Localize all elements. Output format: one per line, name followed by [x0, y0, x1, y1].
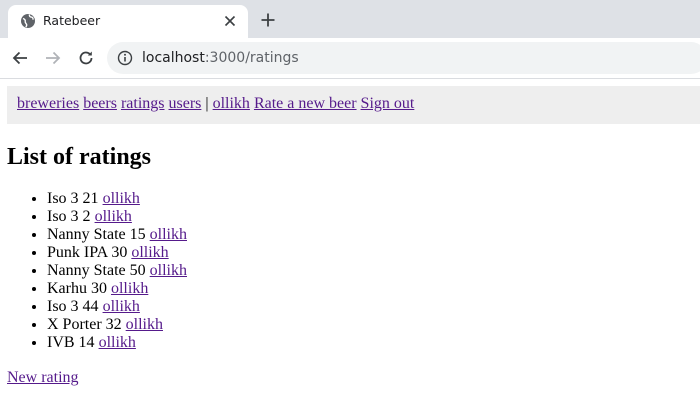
nav-link-users[interactable]: users [169, 95, 202, 112]
browser-tab[interactable]: Ratebeer [8, 5, 248, 38]
url-text[interactable]: localhost:3000/ratings [142, 49, 299, 67]
new-tab-plus-icon[interactable] [260, 12, 276, 28]
nav-link-rate-new-beer[interactable]: Rate a new beer [254, 95, 357, 112]
rating-text: Iso 3 44 [47, 298, 99, 315]
rating-text: Karhu 30 [47, 280, 107, 297]
browser-tabstrip: Ratebeer [0, 0, 700, 38]
list-item: Iso 3 2 ollikh [47, 208, 187, 226]
list-item: Nanny State 15 ollikh [47, 226, 187, 244]
reload-icon[interactable] [77, 49, 95, 67]
back-arrow-icon[interactable] [11, 49, 29, 67]
list-item: Iso 3 44 ollikh [47, 298, 187, 316]
info-icon[interactable] [117, 50, 133, 66]
rating-user-link[interactable]: ollikh [99, 334, 136, 351]
list-item: Nanny State 50 ollikh [47, 262, 187, 280]
rating-text: IVB 14 [47, 334, 95, 351]
forward-arrow-icon[interactable] [44, 49, 62, 67]
ratings-list: Iso 3 21 ollikh Iso 3 2 ollikh Nanny Sta… [7, 190, 187, 352]
list-item: Iso 3 21 ollikh [47, 190, 187, 208]
rating-user-link[interactable]: ollikh [150, 226, 187, 243]
list-item: Karhu 30 ollikh [47, 280, 187, 298]
rating-text: Punk IPA 30 [47, 244, 128, 261]
rating-user-link[interactable]: ollikh [126, 316, 163, 333]
rating-text: Nanny State 50 [47, 262, 146, 279]
rating-user-link[interactable]: ollikh [103, 190, 140, 207]
globe-icon [21, 14, 35, 28]
nav-link-beers[interactable]: beers [83, 95, 117, 112]
rating-text: Iso 3 2 [47, 208, 91, 225]
close-icon[interactable] [222, 13, 238, 29]
nav-link-sign-out[interactable]: Sign out [361, 95, 415, 112]
new-rating-link[interactable]: New rating [7, 368, 79, 388]
page-title: List of ratings [7, 144, 151, 170]
list-item: IVB 14 ollikh [47, 334, 187, 352]
nav-link-current-user[interactable]: ollikh [213, 95, 250, 112]
rating-user-link[interactable]: ollikh [95, 208, 132, 225]
tab-title: Ratebeer [43, 13, 101, 28]
nav-link-ratings[interactable]: ratings [121, 95, 165, 112]
rating-text: Iso 3 21 [47, 190, 99, 207]
nav-link-breweries[interactable]: breweries [17, 95, 79, 112]
nav-separator: | [205, 95, 209, 112]
list-item: X Porter 32 ollikh [47, 316, 187, 334]
list-item: Punk IPA 30 ollikh [47, 244, 187, 262]
site-navbar: breweries beers ratings users | ollikh R… [7, 86, 700, 124]
rating-text: X Porter 32 [47, 316, 122, 333]
rating-text: Nanny State 15 [47, 226, 146, 243]
rating-user-link[interactable]: ollikh [111, 280, 148, 297]
browser-toolbar: localhost:3000/ratings [0, 38, 700, 79]
rating-user-link[interactable]: ollikh [150, 262, 187, 279]
rating-user-link[interactable]: ollikh [131, 244, 168, 261]
address-bar[interactable]: localhost:3000/ratings [107, 42, 700, 74]
rating-user-link[interactable]: ollikh [103, 298, 140, 315]
page-content: breweries beers ratings users | ollikh R… [0, 79, 700, 420]
url-host: localhost [142, 50, 205, 66]
url-path: :3000/ratings [204, 50, 299, 66]
